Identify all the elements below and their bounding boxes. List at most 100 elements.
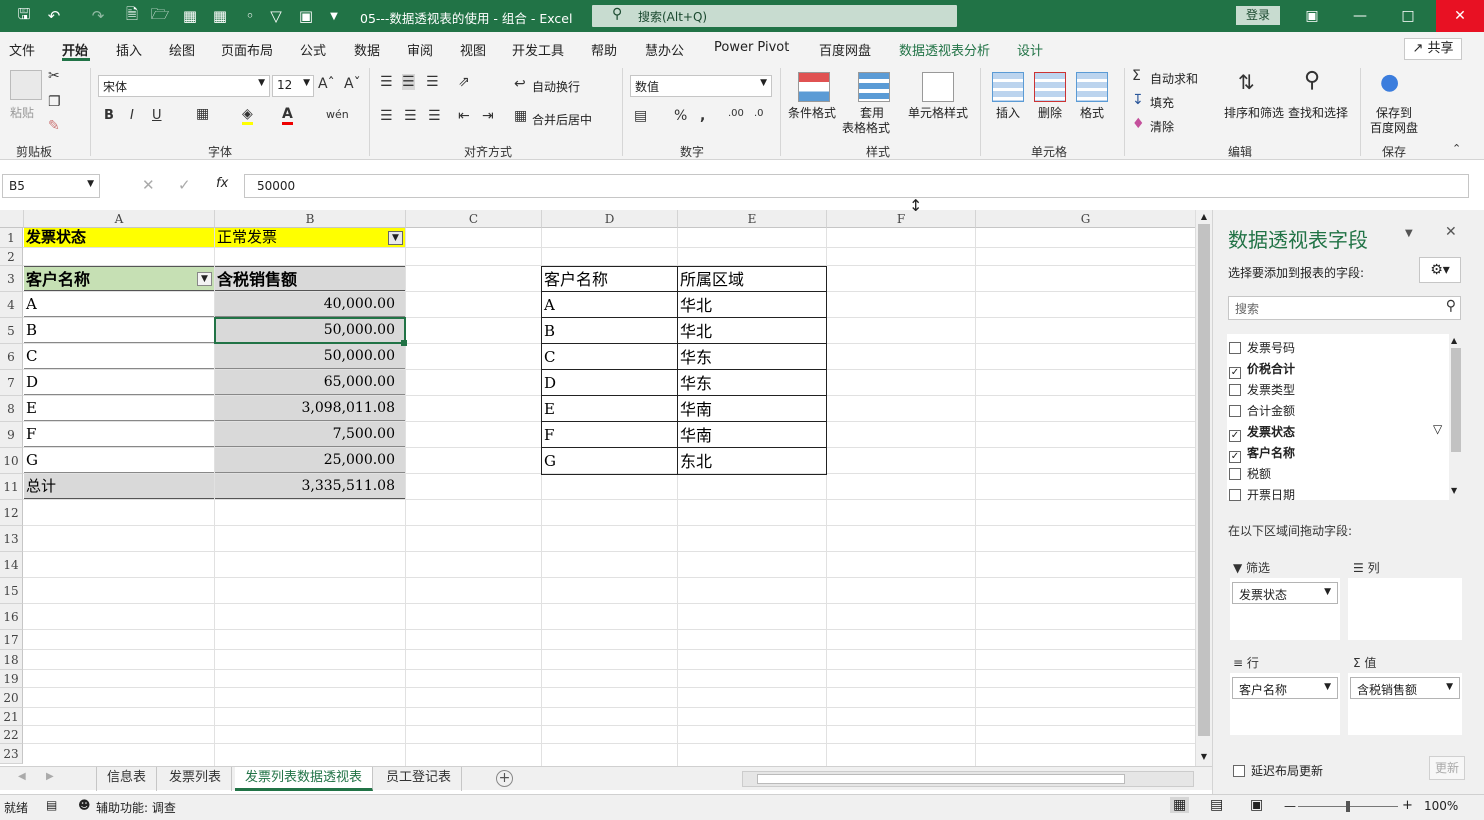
row-header[interactable]: 17: [0, 630, 23, 650]
form-icon[interactable]: ▣: [292, 0, 320, 32]
tab-baidu-netdisk[interactable]: 百度网盘: [819, 40, 871, 59]
filter-icon[interactable]: ▽: [262, 0, 290, 32]
format-painter-icon[interactable]: ✎: [48, 118, 60, 134]
delete-cells-icon[interactable]: [1034, 72, 1066, 102]
conditional-format-button[interactable]: 条件格式: [788, 104, 836, 121]
sheet-tab[interactable]: 发票列表: [159, 767, 233, 791]
row-header[interactable]: 3: [0, 266, 23, 292]
row-header[interactable]: 19: [0, 670, 23, 688]
region-row-name[interactable]: G: [542, 449, 677, 474]
field-checkbox[interactable]: [1229, 405, 1241, 417]
field-checkbox-checked[interactable]: ✓: [1229, 451, 1241, 463]
clear-icon[interactable]: ♦: [1132, 116, 1145, 132]
increase-font-icon[interactable]: Aˆ: [318, 76, 335, 92]
quick-access-icon[interactable]: ▦: [176, 0, 204, 32]
row-header[interactable]: 11: [0, 474, 23, 500]
vertical-scroll-thumb[interactable]: [1198, 224, 1210, 736]
field-checkbox-checked[interactable]: ✓: [1229, 367, 1241, 379]
row-header[interactable]: 6: [0, 344, 23, 370]
row-header[interactable]: 22: [0, 726, 23, 744]
tab-data[interactable]: 数据: [354, 40, 380, 59]
comma-style-icon[interactable]: ,: [700, 108, 705, 124]
phonetic-icon[interactable]: wén: [326, 108, 349, 121]
scroll-tabs-left-icon[interactable]: ◀: [18, 771, 26, 782]
region-row-name[interactable]: E: [542, 397, 677, 422]
tab-huibangong[interactable]: 慧办公: [645, 40, 684, 59]
pivot-value-header[interactable]: 含税销售额: [215, 266, 405, 291]
row-header[interactable]: 2: [0, 248, 23, 266]
field-search-input[interactable]: 搜索 ⚲: [1228, 296, 1461, 320]
number-format-select[interactable]: 数值 ▼: [630, 75, 772, 97]
panel-options-icon[interactable]: ▼: [1405, 228, 1413, 239]
autosum-button[interactable]: 自动求和: [1150, 70, 1198, 87]
zoom-out-icon[interactable]: —: [1284, 799, 1296, 813]
field-item[interactable]: 合计金额: [1229, 402, 1295, 419]
sort-filter-icon[interactable]: ⇅: [1238, 70, 1255, 94]
format-as-table-icon[interactable]: [858, 72, 890, 102]
tab-home[interactable]: 开始: [62, 40, 88, 59]
align-top-icon[interactable]: ☰: [380, 74, 393, 90]
row-header[interactable]: 13: [0, 526, 23, 552]
pivot-row-value[interactable]: 50,000.00: [215, 344, 405, 369]
column-header[interactable]: E: [678, 210, 827, 228]
row-header[interactable]: 4: [0, 292, 23, 318]
font-name-select[interactable]: 宋体 ▼: [98, 75, 270, 97]
row-header[interactable]: 7: [0, 370, 23, 396]
pivot-filter-value[interactable]: 正常发票: [215, 228, 405, 247]
field-checkbox[interactable]: [1229, 489, 1241, 501]
add-sheet-icon[interactable]: +: [496, 770, 513, 787]
fill-icon[interactable]: ↧: [1132, 92, 1144, 108]
row-header[interactable]: 5: [0, 318, 23, 344]
tab-formulas[interactable]: 公式: [300, 40, 326, 59]
autosum-icon[interactable]: Σ: [1132, 68, 1141, 84]
defer-checkbox[interactable]: [1233, 765, 1245, 777]
tab-help[interactable]: 帮助: [591, 40, 617, 59]
login-button[interactable]: 登录: [1236, 6, 1280, 25]
undo-icon[interactable]: ↶: [40, 0, 68, 32]
settings-gear-icon[interactable]: ⚙▾: [1419, 257, 1461, 283]
tab-file[interactable]: 文件: [9, 40, 35, 59]
name-box[interactable]: B5 ▼: [2, 174, 100, 198]
fill-button[interactable]: 填充: [1150, 94, 1174, 111]
paste-label[interactable]: 粘贴: [10, 104, 34, 121]
horizontal-scroll-thumb[interactable]: [757, 774, 1125, 784]
scroll-up-icon[interactable]: ▲: [1198, 212, 1210, 222]
field-item[interactable]: ✓ 价税合计: [1229, 360, 1295, 379]
defer-layout-update[interactable]: 延迟布局更新: [1233, 762, 1323, 779]
tab-power-pivot[interactable]: Power Pivot: [714, 40, 789, 55]
region-row-name[interactable]: B: [542, 319, 677, 344]
field-item[interactable]: 发票类型: [1229, 381, 1295, 398]
row-header[interactable]: 16: [0, 604, 23, 630]
redo-icon[interactable]: ↷: [84, 0, 112, 32]
enter-icon[interactable]: ✓: [178, 176, 191, 194]
pivot-filter-label[interactable]: 发票状态: [24, 228, 214, 247]
column-header[interactable]: B: [215, 210, 406, 228]
format-as-table-label2[interactable]: 表格格式: [842, 119, 890, 136]
region-row-region[interactable]: 华南: [678, 423, 826, 448]
column-header[interactable]: F: [827, 210, 976, 228]
update-button[interactable]: 更新: [1429, 756, 1465, 780]
row-header[interactable]: 18: [0, 650, 23, 670]
field-item[interactable]: ✓ 发票状态: [1229, 423, 1295, 442]
pivot-row-value[interactable]: 25,000.00: [215, 448, 405, 473]
orientation-icon[interactable]: ⇗: [458, 74, 470, 90]
region-row-name[interactable]: A: [542, 293, 677, 318]
baidu-netdisk-icon[interactable]: ●: [1380, 70, 1399, 95]
column-header[interactable]: A: [24, 210, 215, 228]
horizontal-scrollbar[interactable]: [742, 771, 1194, 787]
worksheet-grid[interactable]: A B C D E F G 1 2 3 4 5 6 7 8 9 10 11 12…: [0, 210, 1196, 766]
search-box[interactable]: ⚲ 搜索(Alt+Q): [592, 5, 957, 27]
pivot-row-name[interactable]: D: [24, 370, 214, 395]
region-row-name[interactable]: F: [542, 423, 677, 448]
region-row-name[interactable]: C: [542, 345, 677, 370]
fill-color-icon[interactable]: ◈: [242, 106, 253, 125]
row-header[interactable]: 21: [0, 708, 23, 726]
column-header[interactable]: D: [542, 210, 678, 228]
row-header[interactable]: 20: [0, 688, 23, 708]
accounting-format-icon[interactable]: ▤: [634, 108, 647, 124]
find-select-button[interactable]: 查找和选择: [1288, 104, 1348, 121]
field-list-scroll-thumb[interactable]: [1451, 348, 1461, 452]
increase-decimal-icon[interactable]: .00: [728, 108, 744, 119]
maximize-icon[interactable]: □: [1384, 0, 1432, 32]
region-header[interactable]: 所属区域: [678, 267, 826, 292]
